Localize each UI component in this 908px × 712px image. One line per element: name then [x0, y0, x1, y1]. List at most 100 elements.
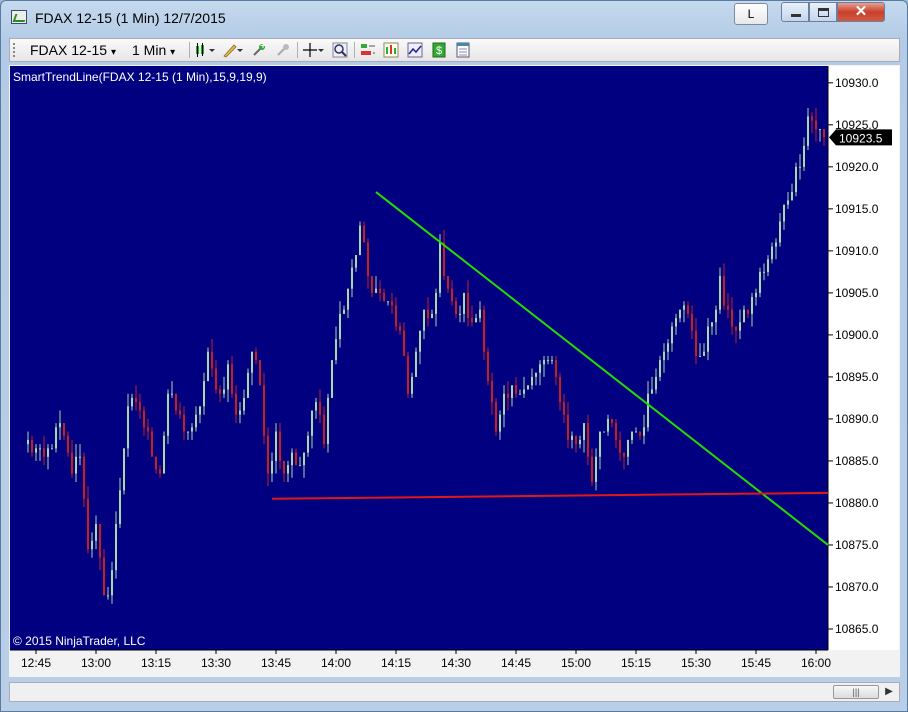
candle-body [307, 435, 309, 453]
toolbar-grip[interactable] [13, 43, 18, 57]
candle-body [175, 393, 177, 411]
crosshair-icon[interactable] [303, 42, 325, 58]
plot-background [10, 66, 828, 650]
candle-body [607, 418, 609, 432]
candle-body [123, 448, 125, 491]
candle-body [443, 242, 445, 277]
zoom-icon[interactable] [332, 42, 348, 58]
candle-body [55, 427, 57, 449]
candle-body [335, 339, 337, 361]
candle-body [27, 439, 29, 445]
scroll-right-icon[interactable]: ▶ [882, 685, 896, 699]
order-entry-icon[interactable]: $ [431, 42, 447, 58]
candle-body [327, 397, 329, 445]
dollar-glyph: $ [432, 42, 446, 58]
x-tick-label: 14:15 [381, 656, 411, 670]
horizontal-scrollbar[interactable]: ||| ▶ [9, 682, 900, 702]
candle-body [463, 292, 465, 314]
link-button[interactable]: L [734, 3, 768, 25]
candle-body [331, 360, 333, 398]
scrollbar-thumb[interactable]: ||| [833, 685, 879, 699]
candle-body [243, 397, 245, 411]
candle-body [427, 309, 429, 319]
candle-body [215, 368, 217, 390]
minimize-button[interactable] [781, 2, 809, 22]
candle-body [687, 305, 689, 314]
interval-selector[interactable]: 1 Min ▾ [132, 42, 175, 58]
candlestick-style-icon[interactable] [194, 42, 216, 58]
close-button[interactable]: ✕ [837, 2, 885, 22]
candle-body [343, 309, 345, 314]
candle-body [71, 452, 73, 474]
candle-body [675, 318, 677, 327]
price-chart[interactable]: 10930.010925.010920.010915.010910.010905… [9, 65, 900, 677]
pencil-glyph [223, 44, 243, 58]
drawing-tool-icon[interactable] [222, 42, 244, 58]
candle-body [31, 439, 33, 453]
candle-body [619, 439, 621, 453]
candle-body [823, 129, 825, 138]
candle-body [387, 301, 389, 303]
remove-indicator-icon[interactable] [275, 42, 291, 58]
candle-body [571, 435, 573, 440]
candle-body [399, 326, 401, 331]
candle-body [471, 318, 473, 323]
candle-body [187, 431, 189, 433]
add-indicator-icon[interactable] [251, 42, 267, 58]
candle-body [63, 423, 65, 436]
toolbar-separator [297, 42, 298, 58]
y-tick-label: 10920.0 [835, 160, 879, 174]
candle-body [543, 360, 545, 365]
candle-body [247, 372, 249, 398]
y-tick-label: 10905.0 [835, 286, 879, 300]
maximize-button[interactable] [809, 2, 837, 22]
candle-body [815, 120, 817, 130]
title-bar[interactable]: FDAX 12-15 (1 Min) 12/7/2015 L ✕ [1, 1, 907, 35]
candle-body [111, 570, 113, 596]
instrument-selector[interactable]: FDAX 12-15 ▾ [30, 42, 116, 58]
candle-body [395, 305, 397, 327]
candle-body [467, 292, 469, 319]
candle-body [715, 309, 717, 323]
candle-body [591, 456, 593, 482]
candle-body [99, 523, 101, 558]
price-axis-background [828, 66, 899, 650]
candle-body [799, 166, 801, 168]
candle-body [695, 330, 697, 356]
candle-body [787, 200, 789, 205]
x-tick-label: 14:30 [441, 656, 471, 670]
candle-body [615, 423, 617, 440]
candle-body [295, 452, 297, 466]
candle-body [235, 393, 237, 415]
candle-body [87, 498, 89, 550]
magnifier-glyph [332, 42, 348, 58]
chart-properties-icon[interactable] [360, 42, 376, 58]
candle-body [759, 271, 761, 293]
candle-body [103, 557, 105, 596]
y-tick-label: 10885.0 [835, 454, 879, 468]
candle-body [511, 385, 513, 398]
y-tick-label: 10895.0 [835, 370, 879, 384]
y-tick-label: 10930.0 [835, 76, 879, 90]
candle-body [771, 246, 773, 260]
chart-area[interactable]: 10930.0 10925.0 10920.0 10915.0 10910.0 10905… [9, 65, 900, 677]
candle-body [35, 448, 37, 453]
candle-body [79, 456, 81, 458]
indicators-icon[interactable] [383, 42, 399, 58]
strategies-icon[interactable] [407, 42, 423, 58]
x-tick-label: 12:45 [21, 656, 51, 670]
candle-body [587, 423, 589, 457]
candle-body [719, 276, 721, 310]
candle-body [659, 360, 661, 377]
candle-body [151, 431, 153, 457]
candle-body [699, 355, 701, 357]
candle-body [311, 410, 313, 436]
candle-body [455, 301, 457, 314]
candle-body [115, 523, 117, 571]
candle-body [107, 595, 109, 597]
candle-body [407, 355, 409, 394]
candle-body [431, 313, 433, 319]
candle-body [763, 271, 765, 273]
data-box-icon[interactable] [455, 42, 471, 58]
x-tick-label: 15:15 [621, 656, 651, 670]
